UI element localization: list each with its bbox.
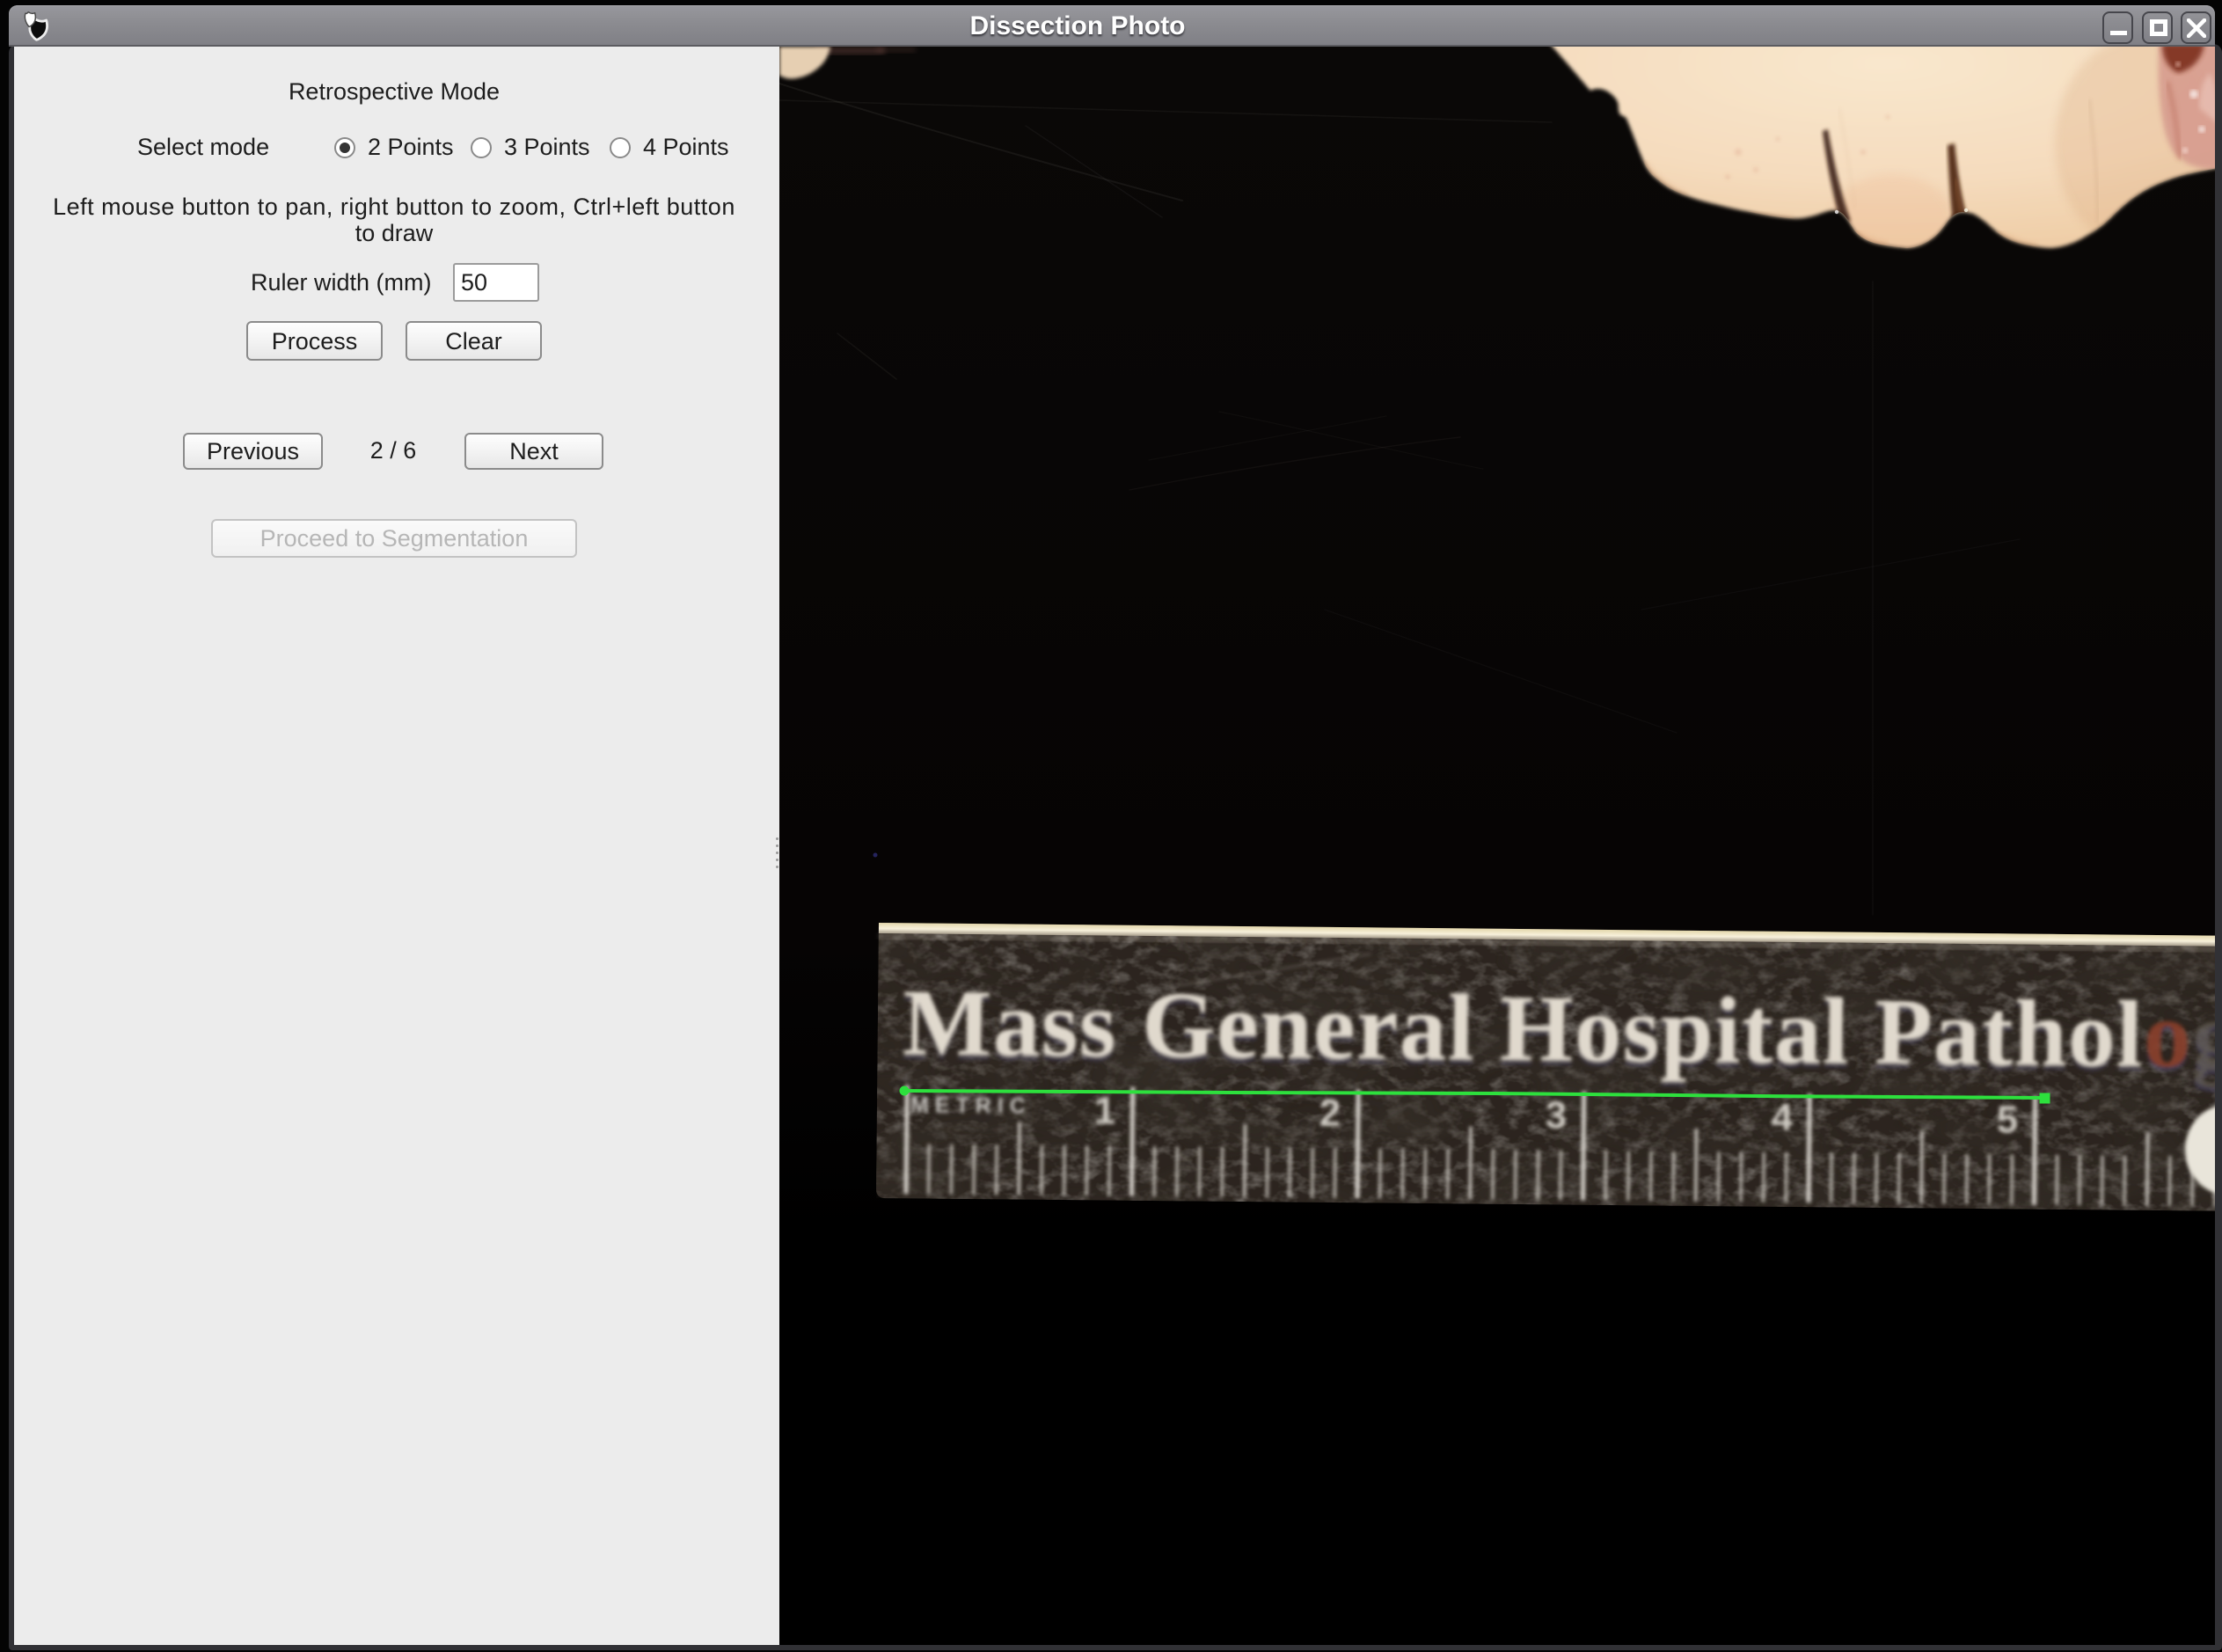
svg-text:1: 1 — [1093, 1089, 1115, 1132]
svg-text:Mass General Hospital Patholog: Mass General Hospital Patholog — [902, 970, 2215, 1088]
svg-text:4: 4 — [1771, 1096, 1793, 1139]
svg-text:METRIC: METRIC — [910, 1093, 1032, 1118]
svg-text:3: 3 — [1545, 1093, 1567, 1137]
svg-text:5: 5 — [1996, 1098, 2018, 1141]
svg-text:2: 2 — [1319, 1092, 1341, 1135]
